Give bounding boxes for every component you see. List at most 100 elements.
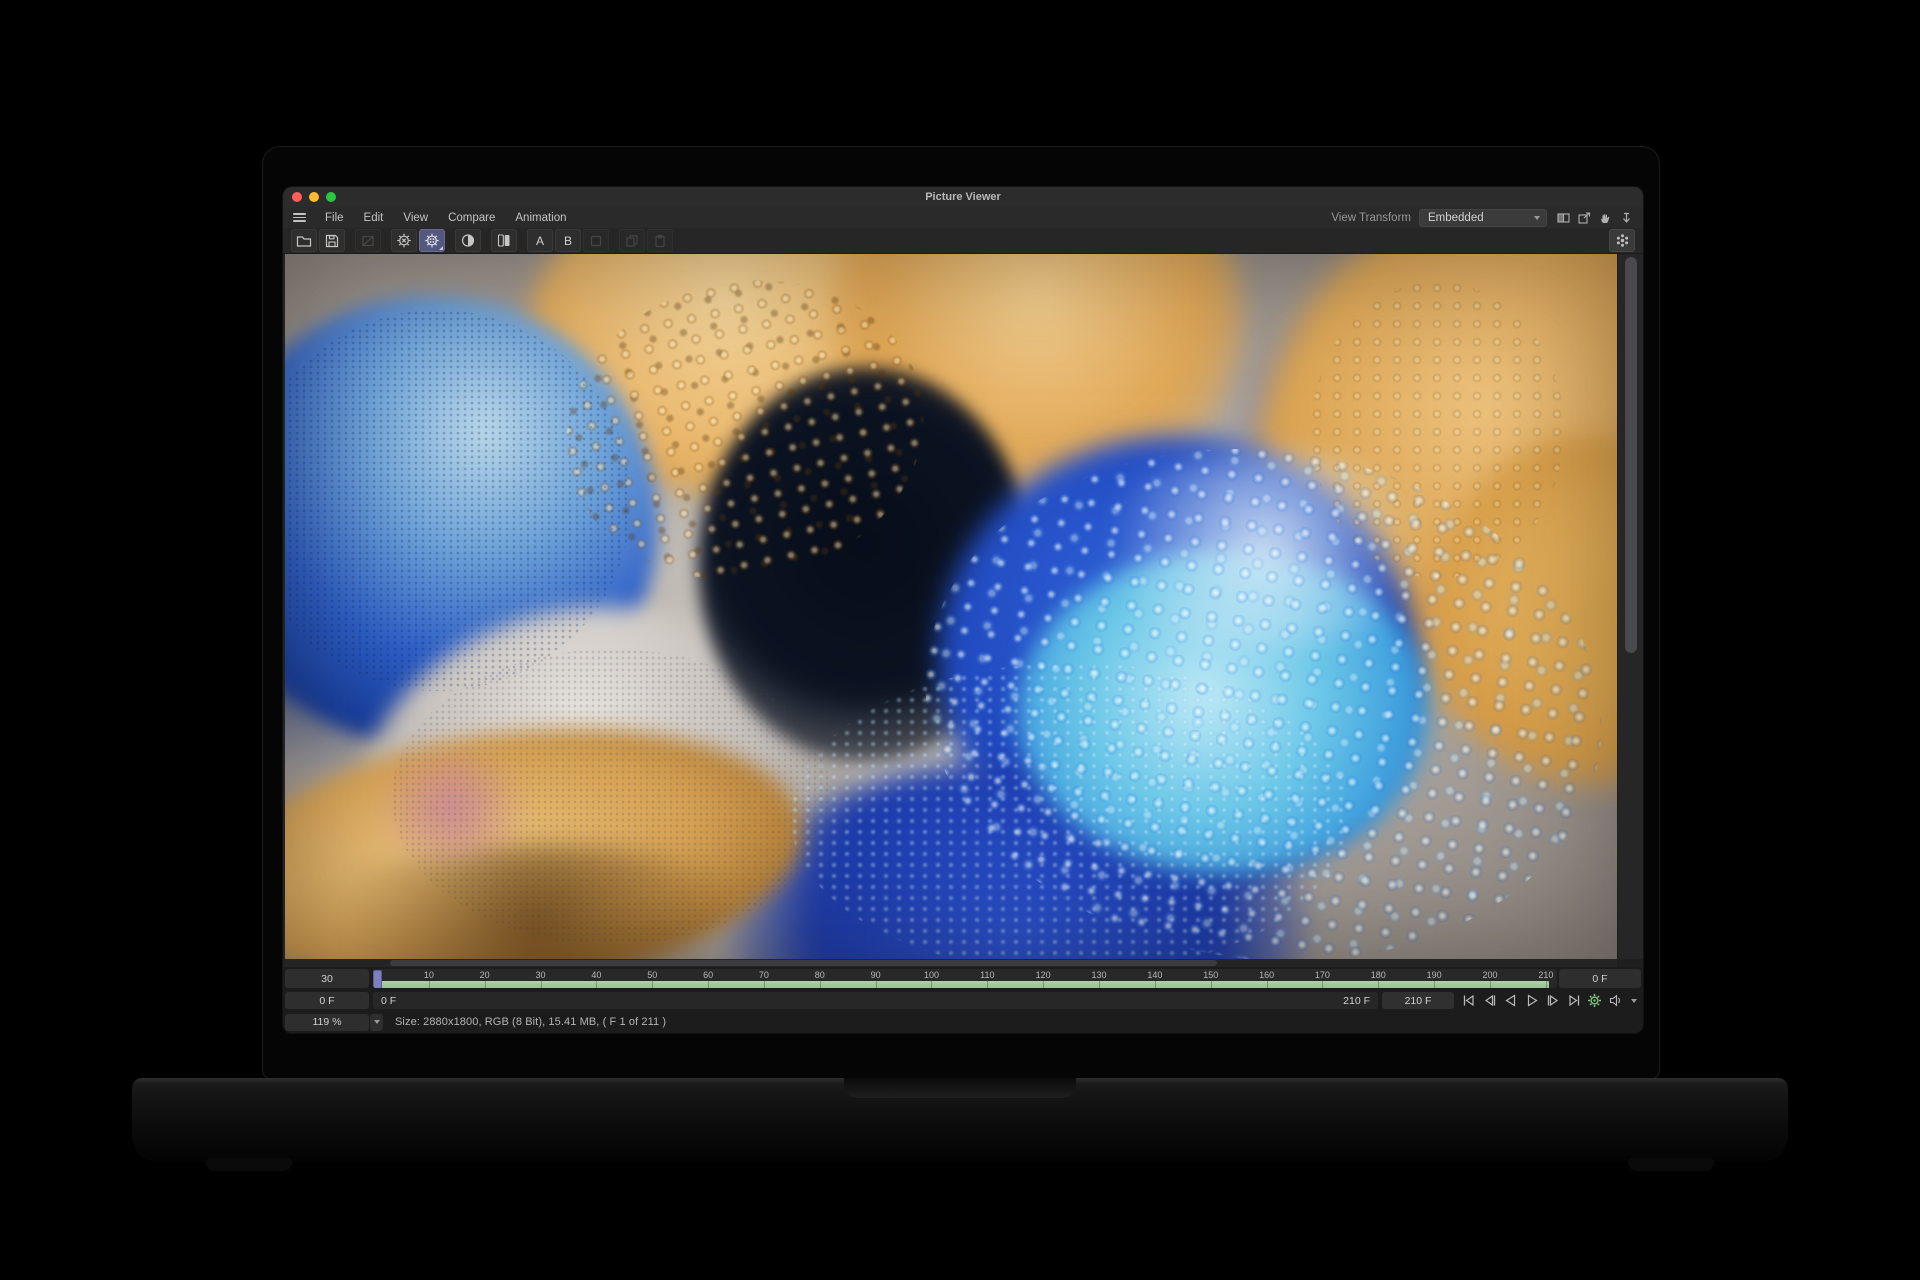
render-settings-gear-icon bbox=[1587, 993, 1602, 1008]
link-ab-button bbox=[583, 229, 609, 252]
audio-button[interactable] bbox=[1607, 992, 1624, 1009]
range-start-label: 0 F bbox=[381, 995, 396, 1007]
timeline-control-row: 0 F 0 F 210 F 210 F bbox=[283, 990, 1643, 1011]
open-folder-button[interactable] bbox=[291, 229, 317, 252]
paste-icon bbox=[652, 234, 668, 248]
ruler-tick-mark bbox=[708, 981, 709, 988]
split-view-icon[interactable] bbox=[1557, 212, 1570, 224]
laptop-foot bbox=[1628, 1158, 1714, 1171]
render-node-button[interactable] bbox=[1609, 229, 1635, 252]
step-backward-button[interactable] bbox=[1481, 992, 1498, 1009]
contrast-icon bbox=[460, 233, 476, 248]
copy-button bbox=[619, 229, 645, 252]
laptop-base bbox=[132, 1078, 1788, 1162]
more-options-caret[interactable] bbox=[1631, 999, 1637, 1003]
end-frame-field[interactable]: 210 F bbox=[1382, 992, 1454, 1009]
picture-viewer-window: Picture Viewer File Edit View Compare An… bbox=[283, 187, 1643, 1033]
ruler-tick-mark bbox=[652, 981, 653, 988]
ruler-tick-mark bbox=[1155, 981, 1156, 988]
version-a-label: A bbox=[536, 234, 544, 248]
link-ab-icon bbox=[588, 234, 604, 248]
go-to-end-button[interactable] bbox=[1565, 992, 1582, 1009]
compare-ab-icon bbox=[496, 233, 512, 248]
ruler-tick-mark bbox=[1322, 981, 1323, 988]
zoom-dropdown-button[interactable] bbox=[370, 1014, 383, 1031]
horizontal-scrollbar-thumb[interactable] bbox=[390, 960, 1217, 966]
ruler-tick-label: 30 bbox=[536, 970, 546, 980]
play-forward-button[interactable] bbox=[1523, 992, 1540, 1009]
step-forward-button[interactable] bbox=[1544, 992, 1561, 1009]
copy-icon bbox=[624, 234, 640, 248]
ruler-tick-mark bbox=[1546, 981, 1547, 988]
horizontal-scrollbar[interactable] bbox=[283, 959, 1617, 967]
ruler-tick-label: 100 bbox=[924, 970, 939, 980]
ruler-tick-label: 180 bbox=[1371, 970, 1386, 980]
vertical-scrollbar-thumb[interactable] bbox=[1625, 257, 1637, 653]
contrast-button[interactable] bbox=[455, 229, 481, 252]
ruler-tick-label: 190 bbox=[1427, 970, 1442, 980]
pop-out-icon[interactable] bbox=[1578, 212, 1591, 224]
audio-speaker-icon bbox=[1608, 993, 1623, 1008]
hamburger-menu-icon[interactable] bbox=[293, 213, 306, 222]
ruler-tick-label: 110 bbox=[980, 970, 994, 980]
version-b-label: B bbox=[564, 234, 572, 248]
menu-edit[interactable]: Edit bbox=[354, 212, 394, 224]
current-frame-field[interactable]: 0 F bbox=[285, 992, 369, 1009]
ruler-tick-mark bbox=[1043, 981, 1044, 988]
ruler-tick-mark bbox=[1267, 981, 1268, 988]
ruler-tick-label: 120 bbox=[1036, 970, 1051, 980]
vertical-scrollbar[interactable] bbox=[1617, 254, 1643, 959]
menu-compare[interactable]: Compare bbox=[438, 212, 505, 224]
play-backward-button[interactable] bbox=[1502, 992, 1519, 1009]
pan-hand-icon[interactable] bbox=[1599, 212, 1612, 224]
chevron-down-icon bbox=[374, 1020, 380, 1024]
ruler-tick-label: 60 bbox=[703, 970, 713, 980]
ruler-tick-label: 80 bbox=[815, 970, 825, 980]
version-b-button[interactable]: B bbox=[555, 229, 581, 252]
ruler-tick-label: 160 bbox=[1259, 970, 1274, 980]
dock-down-icon[interactable] bbox=[1620, 212, 1633, 224]
menu-view[interactable]: View bbox=[393, 212, 438, 224]
view-transform-dropdown[interactable]: Embedded bbox=[1419, 209, 1547, 227]
ruler-tick-label: 20 bbox=[480, 970, 490, 980]
ruler-tick-mark bbox=[987, 981, 988, 988]
chevron-down-icon bbox=[1534, 216, 1540, 220]
ruler-tick-label: 90 bbox=[871, 970, 881, 980]
titlebar[interactable]: Picture Viewer bbox=[283, 187, 1643, 208]
range-end-label: 210 F bbox=[1343, 995, 1370, 1007]
timeline-range-bar[interactable] bbox=[373, 981, 1549, 988]
save-button[interactable] bbox=[319, 229, 345, 252]
menu-file[interactable]: File bbox=[315, 212, 354, 224]
viewport[interactable] bbox=[283, 254, 1643, 959]
ruler-tick-label: 130 bbox=[1092, 970, 1107, 980]
filter-button[interactable] bbox=[419, 229, 445, 252]
toolbar: A B bbox=[283, 228, 1643, 254]
ruler-tick-mark bbox=[1211, 981, 1212, 988]
ruler-tick-mark bbox=[931, 981, 932, 988]
ruler-tick-mark bbox=[1434, 981, 1435, 988]
framerate-field[interactable]: 30 bbox=[285, 969, 369, 988]
ruler-tick-mark bbox=[1490, 981, 1491, 988]
ruler-tick-label: 50 bbox=[647, 970, 657, 980]
version-a-button[interactable]: A bbox=[527, 229, 553, 252]
render-settings-button[interactable] bbox=[1586, 992, 1603, 1009]
transport-controls bbox=[1460, 992, 1637, 1009]
go-to-start-button[interactable] bbox=[1460, 992, 1477, 1009]
paste-button bbox=[647, 229, 673, 252]
menu-animation[interactable]: Animation bbox=[505, 212, 576, 224]
compare-ab-button[interactable] bbox=[491, 229, 517, 252]
ruler-tick-label: 140 bbox=[1147, 970, 1162, 980]
ruler-tick-mark bbox=[1378, 981, 1379, 988]
save-icon bbox=[324, 234, 340, 248]
ruler-tick-label: 10 bbox=[424, 970, 434, 980]
zoom-level-field[interactable]: 119 % bbox=[285, 1014, 369, 1031]
histogram-button[interactable] bbox=[391, 229, 417, 252]
view-transform-value: Embedded bbox=[1428, 212, 1484, 224]
frame-range-slider[interactable]: 0 F 210 F bbox=[373, 992, 1378, 1009]
timeline-ruler[interactable]: 1020304050607080901001101201301401501601… bbox=[373, 969, 1557, 988]
render-image bbox=[285, 254, 1617, 959]
go-to-end-icon bbox=[1566, 993, 1582, 1008]
timeline-playhead[interactable] bbox=[373, 970, 382, 988]
play-backward-icon bbox=[1503, 993, 1519, 1008]
ruler-right-field[interactable]: 0 F bbox=[1559, 969, 1641, 988]
